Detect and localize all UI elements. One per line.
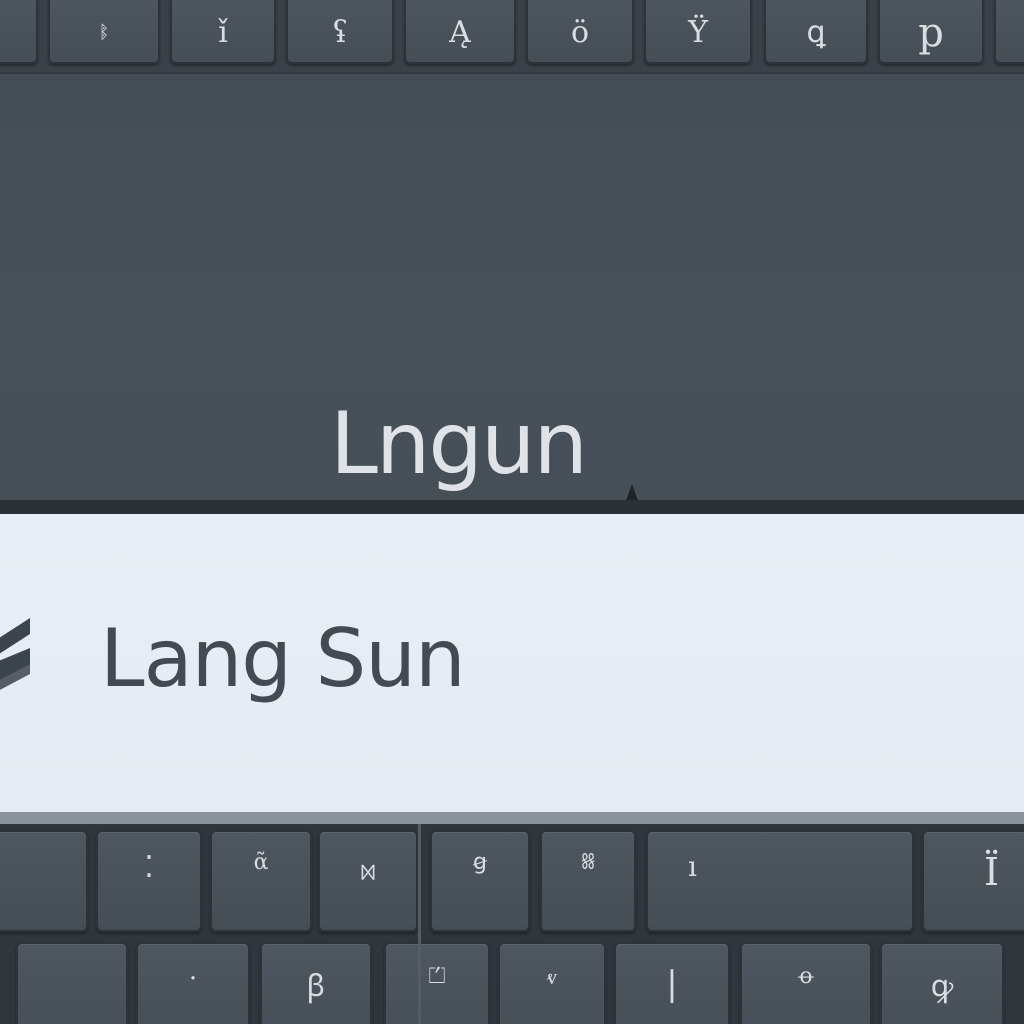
keyboard-bottom: ⁚ ᾶ ᢂ ꞡ ꗤ ı Ϊ · ꞵ ⏍ ⱴ | ꝋ ꝙ xyxy=(0,824,1024,1024)
key-top-6[interactable]: ö xyxy=(526,0,634,64)
key-top-4[interactable]: ʢ xyxy=(286,0,394,64)
key-bottom-r1-7[interactable]: ı xyxy=(646,830,914,932)
key-bottom-r1-3[interactable]: ᾶ xyxy=(210,830,312,932)
key-top-3[interactable]: ǐ xyxy=(170,0,276,64)
banner-title: Lang Sun xyxy=(100,612,466,705)
key-bottom-r1-6[interactable]: ꗤ xyxy=(540,830,636,932)
key-top-1[interactable] xyxy=(0,0,38,64)
banner-edge xyxy=(0,812,1024,824)
panel-divider xyxy=(0,500,1024,514)
key-bottom-r1-1[interactable] xyxy=(0,830,88,932)
key-bottom-r1-2[interactable]: ⁚ xyxy=(96,830,202,932)
key-top-2[interactable]: ᛔ xyxy=(48,0,160,64)
key-top-8[interactable]: ꝗ xyxy=(764,0,868,64)
key-bottom-r2-4[interactable]: ⏍ xyxy=(384,942,490,1024)
key-bottom-r1-8[interactable]: Ϊ xyxy=(922,830,1024,932)
chevron-brand-icon xyxy=(0,618,30,690)
key-top-9[interactable]: p xyxy=(878,0,984,64)
key-top-7[interactable]: Ϋ xyxy=(644,0,752,64)
screen: ᛔ ǐ ʢ Ą ö Ϋ ꝗ p Lngun Lang Sun ⁚ ᾶ ᢂ ꞡ ꗤ… xyxy=(0,0,1024,1024)
key-bottom-r2-5[interactable]: ⱴ xyxy=(498,942,606,1024)
key-bottom-r2-8[interactable]: ꝙ xyxy=(880,942,1004,1024)
key-bottom-r1-5[interactable]: ꞡ xyxy=(430,830,530,932)
display-panel: Lngun xyxy=(0,72,1024,506)
key-bottom-r2-6[interactable]: | xyxy=(614,942,730,1024)
key-bottom-r2-2[interactable]: · xyxy=(136,942,250,1024)
key-top-5[interactable]: Ą xyxy=(404,0,516,64)
name-banner: Lang Sun xyxy=(0,514,1024,812)
key-bottom-r2-1[interactable] xyxy=(16,942,128,1024)
key-gap xyxy=(418,824,421,1024)
key-top-10[interactable] xyxy=(994,0,1024,64)
key-bottom-r2-3[interactable]: ꞵ xyxy=(260,942,372,1024)
display-title: Lngun xyxy=(330,394,588,494)
keyboard-top-row: ᛔ ǐ ʢ Ą ö Ϋ ꝗ p xyxy=(0,0,1024,72)
key-bottom-r1-4[interactable]: ᢂ xyxy=(318,830,418,932)
key-bottom-r2-7[interactable]: ꝋ xyxy=(740,942,872,1024)
